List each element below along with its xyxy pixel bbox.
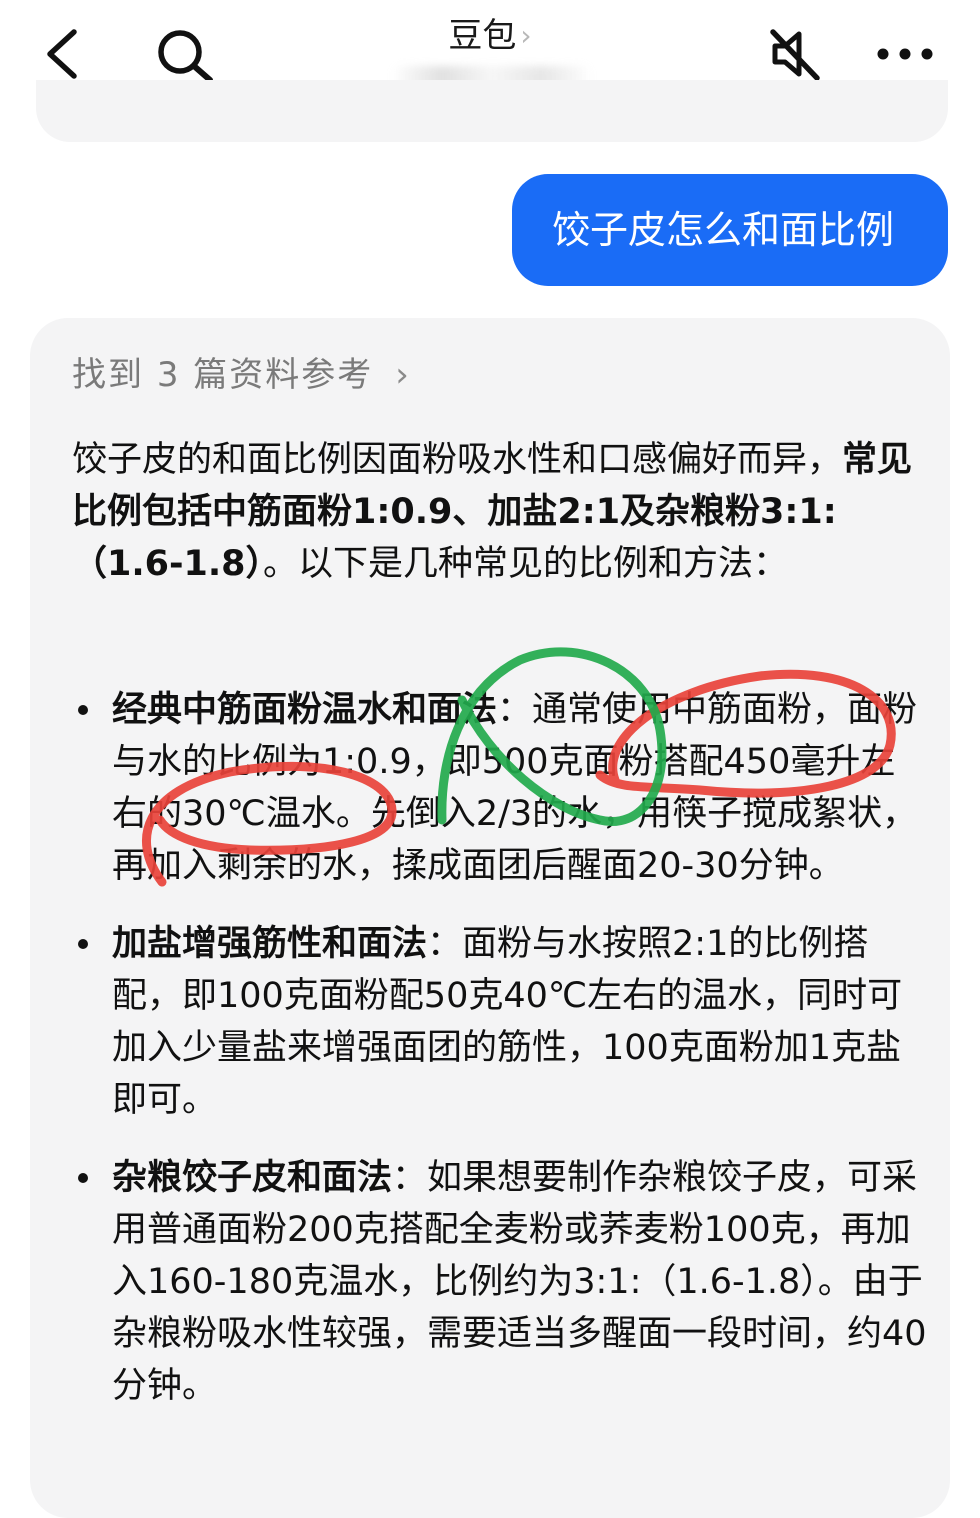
user-message-bubble[interactable]: 饺子皮怎么和面比例 [512, 174, 948, 286]
method-title: 加盐增强筋性和面法 [112, 924, 428, 964]
bullet-icon [78, 1173, 88, 1183]
bullet-icon [78, 705, 88, 715]
chat-title[interactable]: 豆包 › [380, 10, 600, 62]
mute-speaker-icon[interactable] [765, 24, 825, 84]
chat-title-text: 豆包 [448, 16, 517, 56]
references-count: 3 [156, 355, 181, 395]
references-suffix: 篇资料参考 [193, 355, 374, 395]
list-item: 杂粮饺子皮和面法：如果想要制作杂粮饺子皮，可采用普通面粉200克搭配全麦粉或荞麦… [72, 1152, 928, 1412]
method-title: 经典中筋面粉温水和面法 [112, 690, 498, 730]
bullet-icon [78, 939, 88, 949]
references-prefix: 找到 [72, 355, 144, 395]
intro-tail: 。以下是几种常见的比例和方法： [263, 544, 789, 584]
chevron-right-icon: › [395, 355, 411, 395]
more-dots-icon[interactable] [872, 36, 938, 72]
user-message-text: 饺子皮怎么和面比例 [552, 208, 895, 252]
previous-message-card [36, 80, 948, 142]
back-arrow-icon[interactable] [38, 26, 88, 82]
list-item: 经典中筋面粉温水和面法：通常使用中筋面粉，面粉与水的比例为1:0.9，即500克… [72, 684, 928, 892]
answer-intro: 饺子皮的和面比例因面粉吸水性和口感偏好而异，常见比例包括中筋面粉1:0.9、加盐… [72, 434, 922, 590]
method-title: 杂粮饺子皮和面法 [112, 1158, 393, 1198]
intro-lead: 饺子皮的和面比例因面粉吸水性和口感偏好而异， [72, 440, 843, 480]
method-list: 经典中筋面粉温水和面法：通常使用中筋面粉，面粉与水的比例为1:0.9，即500克… [72, 684, 928, 1438]
search-icon[interactable] [150, 24, 218, 88]
list-item: 加盐增强筋性和面法：面粉与水按照2:1的比例搭配，即100克面粉配50克40℃左… [72, 918, 928, 1126]
references-link[interactable]: 找到 3 篇资料参考 › [72, 348, 411, 402]
chevron-right-icon: › [520, 19, 532, 52]
